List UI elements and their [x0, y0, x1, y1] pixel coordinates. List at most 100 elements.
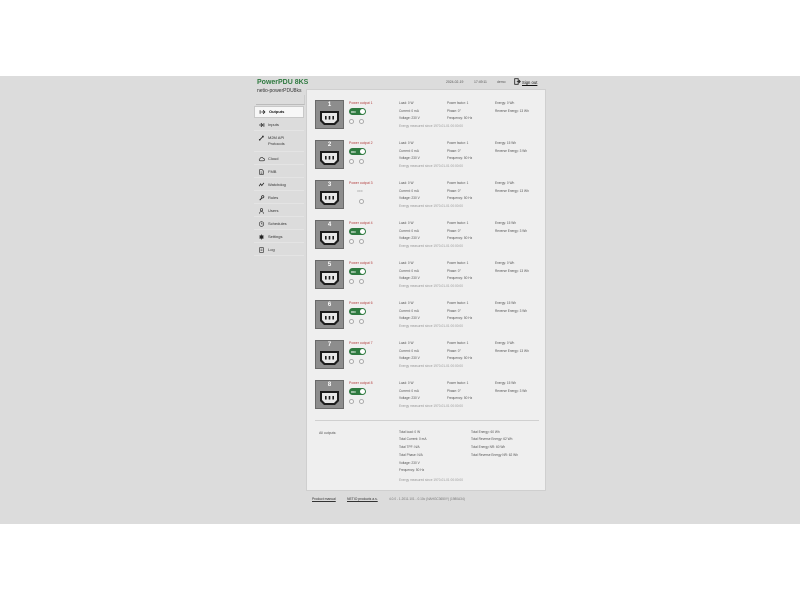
output-name[interactable]: Power output 5: [349, 261, 373, 265]
sidebar-item-watchdog[interactable]: Watchdog: [254, 179, 304, 191]
document-icon: [259, 168, 264, 175]
output-frequency: Frequency: 50 Hz: [447, 236, 473, 240]
output-name[interactable]: Power output 6: [349, 301, 373, 305]
output-power-factor: Power factor: 1: [447, 221, 469, 225]
output-load: Load: 0 W: [399, 261, 414, 265]
totals-divider: [315, 420, 539, 421]
output-toggle[interactable]: ON: [349, 228, 366, 235]
output-action-radio[interactable]: [349, 159, 354, 164]
output-phase: Phase: 0°: [447, 388, 461, 393]
sidebar-item-schedules[interactable]: Schedules: [254, 218, 304, 230]
toggle-knob: [360, 229, 365, 234]
output-power-factor: Power factor: 1: [447, 381, 469, 385]
product-title: PowerPDU 8KS: [257, 79, 309, 86]
socket-number: 8: [327, 382, 332, 388]
output-state-off[interactable]: OFF: [357, 189, 363, 193]
output-row: 5 Power output 5 ON Load: 0 W Current: 0 mA V…: [315, 260, 540, 298]
sidebar-item-log[interactable]: Log: [254, 244, 304, 256]
company-link[interactable]: NETIO products a.s.: [347, 497, 378, 501]
output-name[interactable]: Power output 4: [349, 221, 373, 225]
gear-icon: [258, 233, 265, 240]
power-socket-icon: [320, 271, 339, 285]
socket-tile[interactable]: 6: [315, 300, 344, 329]
socket-tile[interactable]: 4: [315, 220, 344, 249]
output-toggle[interactable]: ON: [349, 148, 366, 155]
output-action-radio[interactable]: [349, 319, 354, 324]
socket-tile[interactable]: 7: [315, 340, 344, 369]
sign-out-link[interactable]: Sign out: [522, 80, 537, 85]
output-current: Current: 0 mA: [399, 188, 419, 193]
output-energy-since: Energy measured since 1970-01-01 00:00:0…: [399, 243, 463, 248]
output-frequency: Frequency: 50 Hz: [447, 276, 473, 280]
output-toggle[interactable]: ON: [349, 348, 366, 355]
power-socket-icon: [320, 351, 339, 365]
header-time: 17:49:11: [474, 80, 487, 84]
output-toggle[interactable]: ON: [349, 108, 366, 115]
total-frequency: Frequency: 50 Hz: [399, 468, 425, 472]
sidebar-item-fmb[interactable]: FMB: [254, 166, 304, 178]
output-row: 1 Power output 1 ON Load: 0 W Current: 0 mA V…: [315, 100, 540, 138]
sidebar-item-m2m-api[interactable]: M2M API Protocols: [254, 132, 304, 152]
output-phase: Phase: 0°: [447, 348, 461, 353]
output-reverse-energy: Reverse Energy: 13 Wh: [495, 108, 529, 113]
output-energy: Energy: 0 Wh: [495, 101, 515, 105]
output-name[interactable]: Power output 7: [349, 341, 373, 345]
socket-tile[interactable]: 1: [315, 100, 344, 129]
totals-since: Energy measured since 1970-01-01 00:00:0…: [399, 478, 463, 482]
output-action-radio[interactable]: [349, 359, 354, 364]
output-phase: Phase: 0°: [447, 148, 461, 153]
output-action-radio[interactable]: [359, 399, 364, 404]
output-action-radio[interactable]: [359, 239, 364, 244]
sign-out-icon[interactable]: [514, 78, 521, 85]
sidebar-item-users[interactable]: Users: [254, 205, 304, 217]
output-name[interactable]: Power output 3: [349, 181, 373, 185]
output-name[interactable]: Power output 2: [349, 141, 373, 145]
output-action-radio[interactable]: [349, 399, 354, 404]
sidebar-item-settings[interactable]: Settings: [254, 231, 304, 243]
output-action-radio[interactable]: [349, 239, 354, 244]
sidebar-item-inputs[interactable]: Inputs: [254, 119, 304, 131]
user-icon: [259, 207, 264, 214]
output-current: Current: 0 mA: [399, 148, 419, 153]
power-socket-icon: [320, 151, 339, 165]
output-power-factor: Power factor: 1: [447, 141, 469, 145]
output-toggle[interactable]: ON: [349, 388, 366, 395]
sidebar-item-rules[interactable]: Rules: [254, 192, 304, 204]
output-name[interactable]: Power output 1: [349, 101, 373, 105]
output-name[interactable]: Power output 8: [349, 381, 373, 385]
output-action-radio[interactable]: [359, 319, 364, 324]
output-toggle[interactable]: ON: [349, 308, 366, 315]
output-energy: Energy: 15 Wh: [495, 141, 517, 145]
socket-tile[interactable]: 5: [315, 260, 344, 289]
brand-divider: [256, 95, 305, 105]
output-energy-since: Energy measured since 1970-01-01 00:00:0…: [399, 163, 463, 168]
output-phase: Phase: 0°: [447, 228, 461, 233]
output-action-radio[interactable]: [349, 119, 354, 124]
sidebar-item-label: FMB: [268, 168, 277, 174]
product-manual-link[interactable]: Product manual: [312, 497, 336, 501]
output-action-radio[interactable]: [359, 279, 364, 284]
sidebar-item-cloud[interactable]: Cloud: [254, 153, 304, 165]
output-frequency: Frequency: 50 Hz: [447, 316, 473, 320]
socket-tile[interactable]: 2: [315, 140, 344, 169]
output-frequency: Frequency: 50 Hz: [447, 356, 473, 360]
toggle-knob: [360, 109, 365, 114]
output-voltage: Voltage: 230 V: [399, 396, 420, 400]
socket-tile[interactable]: 3: [315, 180, 344, 209]
output-action-radio[interactable]: [359, 359, 364, 364]
sidebar-item-label: Users: [268, 207, 279, 213]
output-load: Load: 0 W: [399, 141, 414, 145]
output-energy: Energy: 15 Wh: [495, 381, 517, 385]
output-load: Load: 0 W: [399, 181, 414, 185]
socket-tile[interactable]: 8: [315, 380, 344, 409]
output-action-radio[interactable]: [359, 119, 364, 124]
sidebar-item-outputs[interactable]: Outputs: [254, 106, 304, 118]
sidebar-item-label: Cloud: [268, 155, 279, 161]
total-energy: Total Energy: 60 Wh: [471, 430, 500, 434]
toggle-state-label: ON: [351, 229, 356, 234]
clock-icon: [258, 220, 265, 227]
output-toggle[interactable]: ON: [349, 268, 366, 275]
output-action-radio[interactable]: [359, 159, 364, 164]
output-action-radio[interactable]: [359, 199, 364, 204]
output-action-radio[interactable]: [349, 279, 354, 284]
